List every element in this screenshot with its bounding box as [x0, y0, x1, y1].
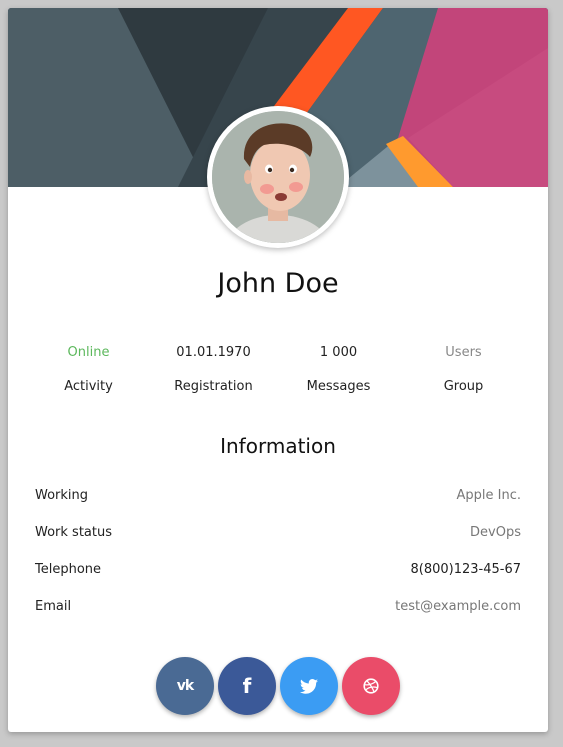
info-key: Telephone: [35, 562, 102, 577]
info-key: Work status: [35, 525, 112, 540]
profile-card: John Doe Online Activity 01.01.1970 Regi…: [8, 8, 548, 732]
info-key: Email: [35, 599, 72, 614]
avatar: [212, 111, 344, 243]
vk-button[interactable]: vk: [156, 657, 214, 715]
dribbble-button[interactable]: [342, 657, 400, 715]
stat-activity: Online Activity: [26, 345, 151, 394]
twitter-button[interactable]: [280, 657, 338, 715]
facebook-button[interactable]: f: [218, 657, 276, 715]
stat-value: 1 000: [319, 345, 358, 360]
info-row-work-status: Work status DevOps: [35, 525, 521, 562]
stat-label: Messages: [306, 379, 371, 394]
info-row-email: Email test@example.com: [35, 599, 521, 636]
stat-label: Registration: [174, 379, 253, 394]
avatar-frame: [207, 106, 349, 248]
information-title: Information: [220, 434, 336, 458]
stat-label: Group: [443, 379, 484, 394]
twitter-icon: [300, 678, 318, 694]
info-key: Working: [35, 488, 89, 503]
stat-value: Online: [67, 345, 110, 360]
info-row-working: Working Apple Inc.: [35, 488, 521, 525]
stat-label: Activity: [64, 379, 113, 394]
stat-registration: 01.01.1970 Registration: [151, 345, 276, 394]
information-list: Working Apple Inc. Work status DevOps Te…: [35, 488, 521, 636]
social-buttons: vk f: [156, 657, 406, 717]
info-value: Apple Inc.: [456, 488, 522, 503]
avatar-image: [212, 111, 344, 243]
info-value: DevOps: [470, 525, 521, 540]
info-row-telephone: Telephone 8(800)123-45-67: [35, 562, 521, 599]
stat-value: 01.01.1970: [176, 345, 251, 360]
info-value: test@example.com: [395, 599, 521, 614]
stat-messages: 1 000 Messages: [276, 345, 401, 394]
facebook-icon: f: [242, 674, 252, 698]
profile-name: John Doe: [217, 268, 339, 299]
vk-icon: vk: [176, 678, 194, 694]
stats-row: Online Activity 01.01.1970 Registration …: [26, 345, 526, 394]
info-value: 8(800)123-45-67: [410, 562, 521, 577]
dribbble-icon: [363, 678, 379, 694]
stat-group: Users Group: [401, 345, 526, 394]
stat-value: Users: [445, 345, 482, 360]
